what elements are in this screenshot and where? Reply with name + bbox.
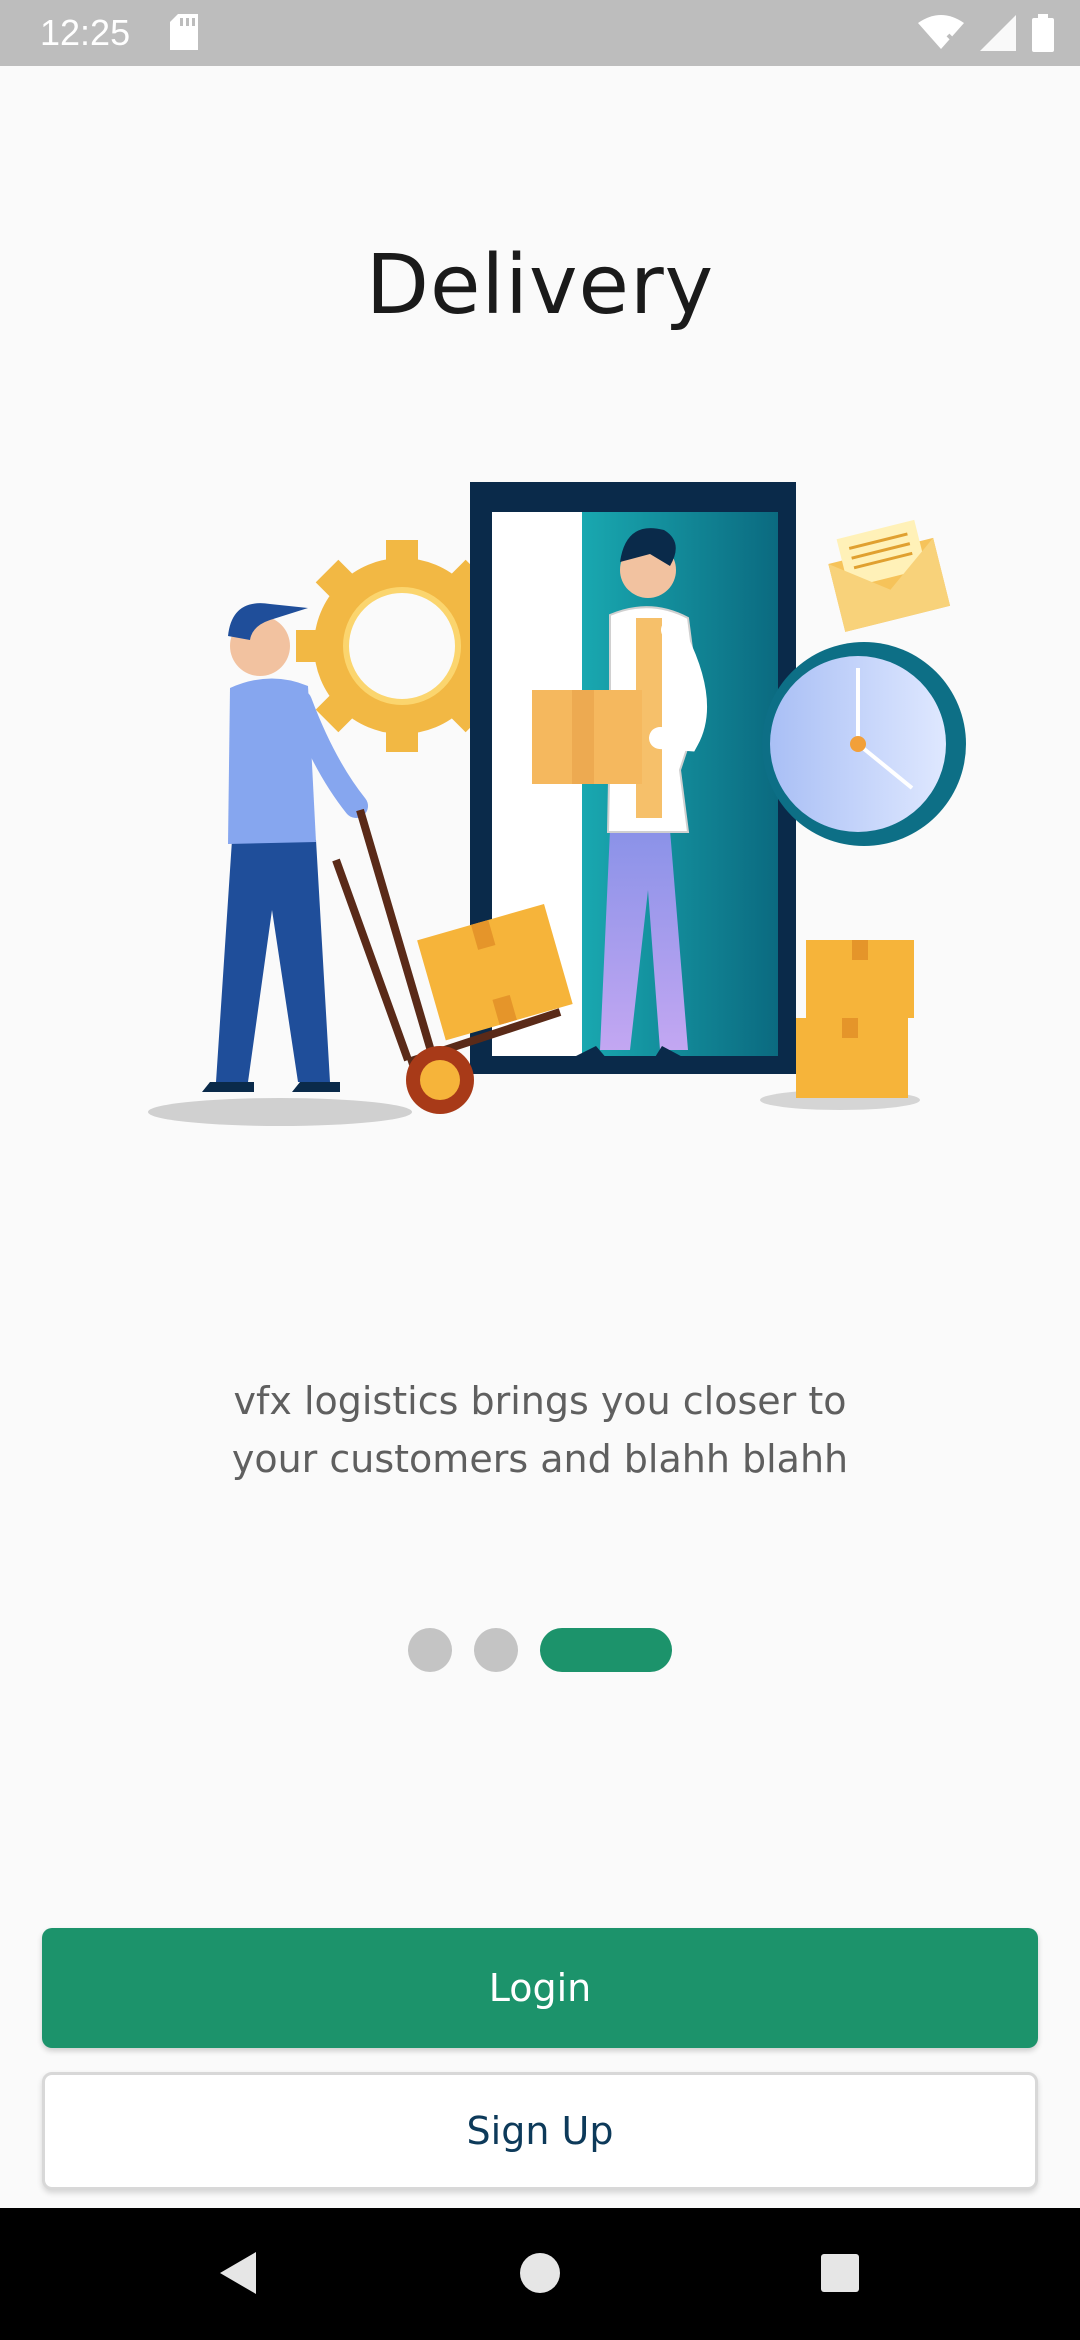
delivery-illustration: [148, 482, 966, 1126]
login-button[interactable]: Login: [42, 1928, 1038, 2048]
wifi-icon: [918, 15, 964, 55]
page-dot-3-active[interactable]: [540, 1628, 672, 1672]
home-icon[interactable]: [518, 2248, 562, 2302]
signal-icon: [980, 15, 1016, 55]
navigation-bar: [0, 2208, 1080, 2340]
page-indicator: [0, 1628, 1080, 1672]
recents-icon[interactable]: [818, 2248, 862, 2302]
status-icons: [918, 14, 1054, 56]
page-dot-1[interactable]: [408, 1628, 452, 1672]
sign-up-button[interactable]: Sign Up: [42, 2072, 1038, 2190]
page-title: Delivery: [365, 238, 715, 333]
description-line-1: vfx logistics brings you closer to: [233, 1379, 847, 1423]
back-icon[interactable]: [216, 2248, 260, 2302]
description-line-2: your customers and blahh blahh: [231, 1437, 849, 1481]
status-time: 12:25: [40, 12, 131, 53]
sd-card-icon: [170, 14, 198, 54]
onboarding-description: vfx logistics brings you closer to your …: [140, 1372, 940, 1488]
status-bar: 12:25: [0, 0, 1080, 66]
page-dot-2[interactable]: [474, 1628, 518, 1672]
battery-icon: [1032, 14, 1054, 56]
